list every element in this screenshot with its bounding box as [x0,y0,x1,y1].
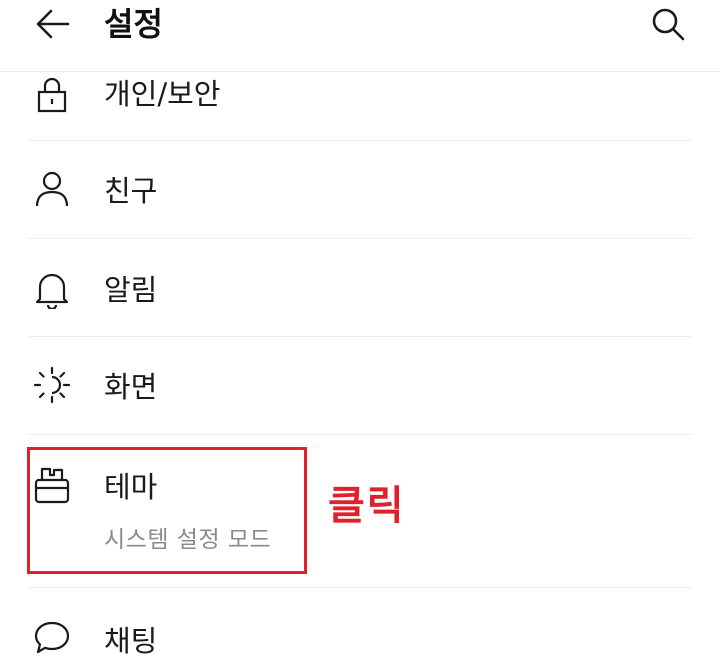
menu-item-label: 채팅 [104,624,158,658]
menu-item-label: 알림 [104,273,158,307]
lock-icon [32,74,72,114]
click-annotation: 클릭 [328,483,406,529]
menu-item-notifications[interactable]: 알림 [28,239,692,336]
paint-brush-icon [32,465,72,505]
menu-item-privacy-security[interactable]: 개인/보안 [28,74,692,140]
search-icon [652,8,685,41]
person-icon [32,169,72,209]
menu-item-chat[interactable]: 채팅 [28,588,692,664]
menu-item-display[interactable]: 화면 [28,337,692,434]
menu-item-label: 개인/보안 [104,77,221,111]
arrow-left-icon [36,9,70,39]
theme-status-text: 시스템 설정 모드 [104,527,272,553]
brightness-icon [32,365,72,405]
search-button[interactable] [646,2,690,46]
menu-item-label: 테마 [104,470,158,504]
menu-item-label: 화면 [104,370,158,404]
app-header: 설정 [0,0,720,72]
menu-item-label: 친구 [104,174,158,208]
menu-item-friends[interactable]: 친구 [28,141,692,238]
bell-icon [32,269,72,309]
page-title: 설정 [104,5,163,43]
back-button[interactable] [30,4,76,44]
chat-bubble-icon [32,618,72,658]
